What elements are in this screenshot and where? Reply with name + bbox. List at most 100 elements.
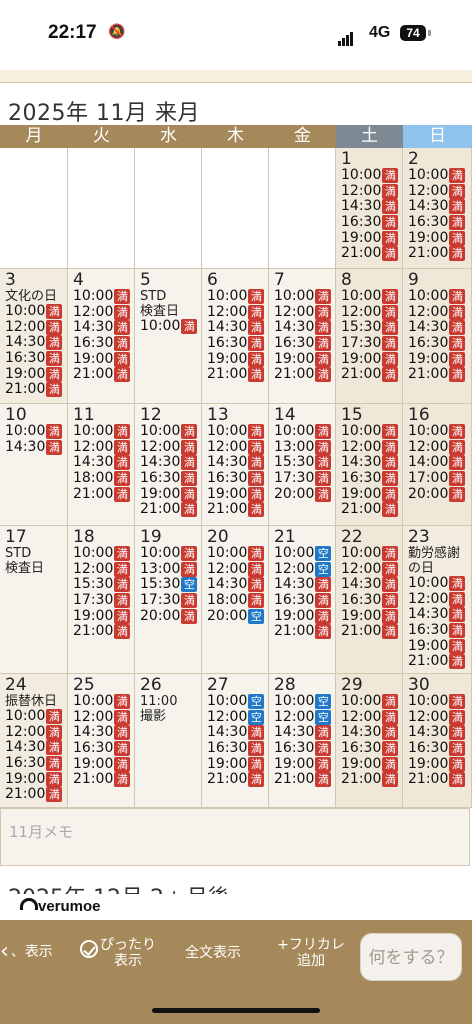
time-slot[interactable]: 12:00 満 (336, 304, 402, 321)
time-slot[interactable]: 12:00 満 (68, 709, 134, 726)
time-slot[interactable]: 10:00 満 (336, 423, 402, 440)
time-slot[interactable]: 12:00 空 (202, 709, 268, 726)
add-furikare-button[interactable]: +フリカレ 追加 (270, 937, 352, 969)
time-slot[interactable]: 18:00 満 (68, 470, 134, 487)
fulltext-display-button[interactable]: 全文表示 (180, 945, 246, 961)
time-slot[interactable]: 21:00 満 (202, 367, 268, 383)
time-slot[interactable]: 21:00 満 (68, 367, 134, 383)
time-slot[interactable]: 12:00 満 (269, 304, 335, 321)
time-slot[interactable]: 14:30 満 (135, 455, 201, 471)
time-slot[interactable]: 19:00 満 (403, 351, 471, 368)
time-slot[interactable]: 19:00 満 (0, 771, 67, 788)
time-slot[interactable]: 19:00 満 (403, 756, 471, 773)
calendar-day-19[interactable]: 19 10:00 満 13:00 満 15:30 空 17:30 満 20:00 満 (135, 526, 202, 674)
time-slot[interactable]: 14:30 満 (269, 725, 335, 741)
time-slot[interactable]: 14:30 満 (336, 455, 402, 471)
time-slot[interactable]: 10:00 満 (68, 693, 134, 710)
time-slot[interactable]: 16:30 満 (336, 592, 402, 609)
time-slot[interactable]: 15:30 空 (135, 577, 201, 593)
back-display-button[interactable]: ‹ 、表示 (0, 941, 53, 963)
time-slot[interactable]: 17:30 満 (135, 592, 201, 609)
time-slot[interactable]: 12:00 満 (336, 439, 402, 456)
time-slot[interactable]: 16:30 満 (68, 740, 134, 757)
calendar-day-22[interactable]: 22 10:00 満 12:00 満 14:30 満 16:30 満 19:00 満 21:00 満 (336, 526, 403, 674)
time-slot[interactable]: 21:00 満 (403, 246, 471, 262)
time-slot[interactable]: 14:30 満 (269, 577, 335, 593)
calendar-day-26[interactable]: 26 11:00 撮影 (135, 674, 202, 808)
time-slot[interactable]: 10:00 満 (403, 693, 471, 710)
time-slot[interactable]: 12:00 満 (336, 709, 402, 726)
time-slot[interactable]: 12:00 満 (202, 304, 268, 321)
calendar-day-11[interactable]: 11 10:00 満 12:00 満 14:30 満 18:00 満 21:00 満 (68, 404, 135, 526)
time-slot[interactable]: 19:00 満 (269, 608, 335, 625)
time-slot[interactable]: 21:00 満 (202, 772, 268, 788)
time-slot[interactable]: 12:00 満 (0, 724, 67, 741)
time-slot[interactable]: 21:00 満 (403, 772, 471, 788)
time-slot[interactable]: 16:30 満 (269, 740, 335, 757)
time-slot[interactable]: 10:00 満 (269, 423, 335, 440)
time-slot[interactable]: 10:00 満 (336, 167, 402, 184)
calendar-day-27[interactable]: 27 10:00 空 12:00 空 14:30 満 16:30 満 19:00 満 21:00 満 (202, 674, 269, 808)
calendar-day-10[interactable]: 10 10:00 満 14:30 満 (0, 404, 68, 526)
time-slot[interactable]: 10:00 満 (403, 575, 471, 592)
calendar-day-2[interactable]: 2 10:00 満 12:00 満 14:30 満 16:30 満 19:00 満 21:00 満 (403, 148, 472, 269)
calendar-day-17[interactable]: 17 STD 検査日 (0, 526, 68, 674)
time-slot[interactable]: 16:30 満 (0, 350, 67, 367)
time-slot[interactable]: 10:00 満 (135, 318, 201, 335)
time-slot[interactable]: 19:00 満 (336, 351, 402, 368)
time-slot[interactable]: 14:30 満 (68, 725, 134, 741)
time-slot[interactable]: 21:00 満 (269, 772, 335, 788)
time-slot[interactable]: 14:30 満 (0, 439, 67, 456)
calendar-day-23[interactable]: 23 勤労感謝 の日 10:00 満 12:00 満 14:30 満 16:30 満 19:00 満 21… (403, 526, 472, 674)
time-slot[interactable]: 12:00 満 (68, 304, 134, 321)
time-slot[interactable]: 19:00 満 (202, 756, 268, 773)
time-slot[interactable]: 14:30 満 (0, 740, 67, 756)
time-slot[interactable]: 21:00 満 (403, 654, 471, 670)
time-slot[interactable]: 14:30 満 (202, 577, 268, 593)
time-slot[interactable]: 12:00 満 (0, 319, 67, 336)
time-slot[interactable]: 19:00 満 (336, 486, 402, 503)
time-slot[interactable]: 13:00 満 (135, 561, 201, 578)
time-slot[interactable]: 21:00 満 (336, 367, 402, 383)
time-slot[interactable]: 10:00 満 (202, 545, 268, 562)
calendar-day-1[interactable]: 1 10:00 満 12:00 満 14:30 満 16:30 満 19:00 満 21:00 満 (336, 148, 403, 269)
time-slot[interactable]: 16:30 満 (202, 470, 268, 487)
time-slot[interactable]: 14:30 満 (0, 335, 67, 351)
time-slot[interactable]: 17:30 満 (68, 592, 134, 609)
time-slot[interactable]: 12:00 満 (403, 183, 471, 200)
calendar-day-28[interactable]: 28 10:00 空 12:00 空 14:30 満 16:30 満 19:00 満 21:00 満 (269, 674, 336, 808)
calendar-day-24[interactable]: 24 振替休日 10:00 満 12:00 満 14:30 満 16:30 満 19:00 満 21:0… (0, 674, 68, 808)
time-slot[interactable]: 21:00 満 (336, 772, 402, 788)
time-slot[interactable]: 14:30 満 (336, 725, 402, 741)
time-slot[interactable]: 10:00 満 (68, 423, 134, 440)
time-slot[interactable]: 12:00 満 (68, 561, 134, 578)
calendar-day-30[interactable]: 30 10:00 満 12:00 満 14:30 満 16:30 満 19:00 満 21:00 満 (403, 674, 472, 808)
time-slot[interactable]: 19:00 満 (403, 230, 471, 247)
time-slot[interactable]: 14:30 満 (403, 320, 471, 336)
time-slot[interactable]: 14:30 満 (202, 320, 268, 336)
time-slot[interactable]: 20:00 満 (403, 486, 471, 503)
time-slot[interactable]: 12:00 満 (336, 183, 402, 200)
time-slot[interactable]: 16:30 満 (336, 214, 402, 231)
time-slot[interactable]: 16:30 満 (403, 335, 471, 352)
time-slot[interactable]: 15:30 満 (336, 320, 402, 336)
time-slot[interactable]: 19:00 満 (202, 351, 268, 368)
time-slot[interactable]: 14:30 満 (336, 577, 402, 593)
time-slot[interactable]: 17:00 満 (403, 470, 471, 487)
time-slot[interactable]: 20:00 空 (202, 608, 268, 625)
time-slot[interactable]: 17:30 満 (269, 470, 335, 487)
ask-input[interactable]: 何をする？ (360, 933, 462, 981)
time-slot[interactable]: 19:00 満 (336, 230, 402, 247)
time-slot[interactable]: 10:00 満 (403, 423, 471, 440)
time-slot[interactable]: 21:00 満 (336, 246, 402, 262)
time-slot[interactable]: 19:00 満 (0, 366, 67, 383)
time-slot[interactable]: 21:00 満 (269, 624, 335, 640)
time-slot[interactable]: 10:00 満 (0, 303, 67, 320)
time-slot[interactable]: 10:00 満 (403, 167, 471, 184)
time-slot[interactable]: 14:30 満 (202, 725, 268, 741)
time-slot[interactable]: 21:00 満 (336, 624, 402, 640)
time-slot[interactable]: 10:00 満 (0, 423, 67, 440)
time-slot[interactable]: 21:00 満 (68, 486, 134, 503)
time-slot[interactable]: 16:30 満 (403, 214, 471, 231)
time-slot[interactable]: 21:00 満 (269, 367, 335, 383)
